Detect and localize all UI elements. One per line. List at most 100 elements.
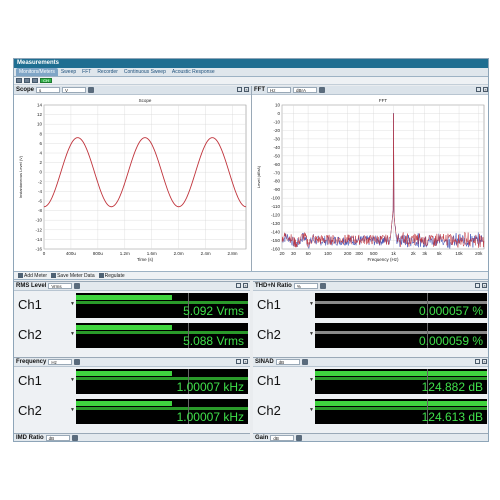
gear-icon[interactable] [319,283,326,289]
scope-x-unit-select[interactable]: s [36,87,61,93]
y-tick-label: 4 [39,151,42,156]
x-tick-label: 30 [291,251,297,256]
pin-icon[interactable] [475,283,480,288]
close-icon[interactable]: × [243,283,248,288]
channel-toggle[interactable]: CH [40,78,52,83]
tab-fft[interactable]: FFT [79,68,94,76]
fft-x-unit-select[interactable]: Hz [267,87,291,93]
close-icon[interactable]: × [483,87,488,92]
meter-title: RMS Level [16,283,47,289]
scope-title: Scope [16,87,35,93]
close-icon[interactable]: × [482,283,487,288]
y-tick-label: -80 [273,179,280,184]
chevron-down-icon[interactable]: ▼ [309,407,314,413]
tab-acoustic-response[interactable]: Acoustic Response [169,68,218,76]
y-tick-label: -90 [273,187,280,192]
meter-display: 0.000057 % [315,293,487,318]
grid-icon[interactable] [16,78,22,83]
fft-y-unit-select[interactable]: dBrA [293,87,317,93]
y-tick-label: 6 [39,141,42,146]
meter-unit-select[interactable]: % [293,283,318,289]
y-tick-label: -16 [35,247,42,252]
close-icon[interactable]: × [482,359,487,364]
meter-unit-select[interactable]: dB [270,435,295,441]
add-meter-button[interactable]: Add Meter [18,273,47,279]
x-tick-label: 20 [279,251,285,256]
channel-label: Ch2 [257,327,281,342]
meter-value: 5.092 Vrms [183,304,244,318]
chart-title: Scope [139,98,152,103]
chevron-down-icon[interactable]: ▼ [309,301,314,307]
chevron-down-icon[interactable]: ▼ [70,301,75,307]
meter-title: THD+N Ratio [255,283,292,289]
meters-toolbar: Add Meter Save Meter Data Regulate [14,271,488,280]
tab-monitors-meters[interactable]: Monitors/Meters [16,68,58,76]
pin-icon[interactable] [236,283,241,288]
tab-recorder[interactable]: Recorder [94,68,121,76]
chevron-down-icon[interactable]: ▼ [70,407,75,413]
meter-unit-select[interactable]: Hz [48,359,73,365]
y-tick-label: -12 [35,227,42,232]
y-tick-label: -20 [273,128,280,133]
x-tick-label: 2k [411,251,417,256]
meter-unit-select[interactable]: Vrms [48,283,73,289]
scope-y-unit-select[interactable]: V [62,87,87,93]
regulate-button[interactable]: Regulate [98,273,125,279]
channel-label: Ch1 [18,297,42,312]
y-tick-label: -14 [35,237,42,242]
window-icon[interactable] [32,78,38,83]
save-meter-data-button[interactable]: Save Meter Data [51,273,95,279]
pin-icon[interactable] [237,87,242,92]
tab-sweep[interactable]: Sweep [58,68,79,76]
x-tick-label: 0 [43,251,46,256]
gear-icon[interactable] [296,435,303,441]
meter-value: 1.00007 kHz [176,380,244,394]
channel-label: Ch2 [18,327,42,342]
add-meter-label: Add Meter [24,272,48,279]
x-tick-label: 100 [324,251,332,256]
y-tick-label: -8 [38,208,42,213]
meter-title: SINAD [255,359,274,365]
gear-icon[interactable] [319,87,325,93]
tab-continuous-sweep[interactable]: Continuous Sweep [121,68,169,76]
x-axis-label: Frequency (Hz) [367,257,399,262]
gear-icon[interactable] [74,359,81,365]
y-tick-label: -150 [271,238,281,243]
gear-icon[interactable] [74,283,81,289]
meter-value: 124.882 dB [421,380,483,394]
chevron-down-icon[interactable]: ▼ [309,331,314,337]
scope-chart: 14121086420-2-4-6-8-10-12-14-160 400u 800u… [18,98,247,262]
chevron-down-icon[interactable]: ▼ [309,377,314,383]
chevron-down-icon[interactable]: ▼ [70,377,75,383]
y-tick-label: 0 [277,111,280,116]
meter-header: RMS Level Vrms × [14,282,250,291]
meter-value: 1.00007 kHz [176,410,244,424]
meter-display: 124.613 dB [315,399,487,424]
close-icon[interactable]: × [243,359,248,364]
gear-icon[interactable] [71,435,78,441]
channel-label: Ch2 [257,403,281,418]
meter-thdn: THD+N Ratio % × Ch1 ▼ 0.000057 % Ch2 ▼ 0… [253,281,488,357]
pin-icon[interactable] [476,87,481,92]
y-tick-label: -4 [38,189,42,194]
x-tick-label: 50 [306,251,312,256]
chevron-down-icon[interactable]: ▼ [70,331,75,337]
x-tick-label: 400u [66,251,77,256]
y-tick-label: 10 [37,122,43,127]
meter-row-ch2: Ch2 ▼ 1.00007 kHz [14,398,250,425]
channel-label: Ch2 [18,403,42,418]
y-tick-label: -110 [271,204,280,209]
close-icon[interactable]: × [244,87,249,92]
pin-icon[interactable] [236,359,241,364]
meter-imd: IMD Ratio dB [14,433,250,441]
pin-icon[interactable] [475,359,480,364]
chart-title: FFT [379,98,387,103]
meter-unit-select[interactable]: dB [275,359,300,365]
y-tick-label: -70 [273,170,280,175]
scope-panel: Scope s V × 14 12 10 8 6 4 2 0 -2 -4 -6 -8 -10 -12 -14… [14,86,252,271]
gear-icon[interactable] [88,87,95,93]
layout-icon[interactable] [24,78,30,83]
fft-header: FFT Hz dBrA × [252,86,488,95]
gear-icon[interactable] [301,359,308,365]
meter-unit-select[interactable]: dB [45,435,70,441]
